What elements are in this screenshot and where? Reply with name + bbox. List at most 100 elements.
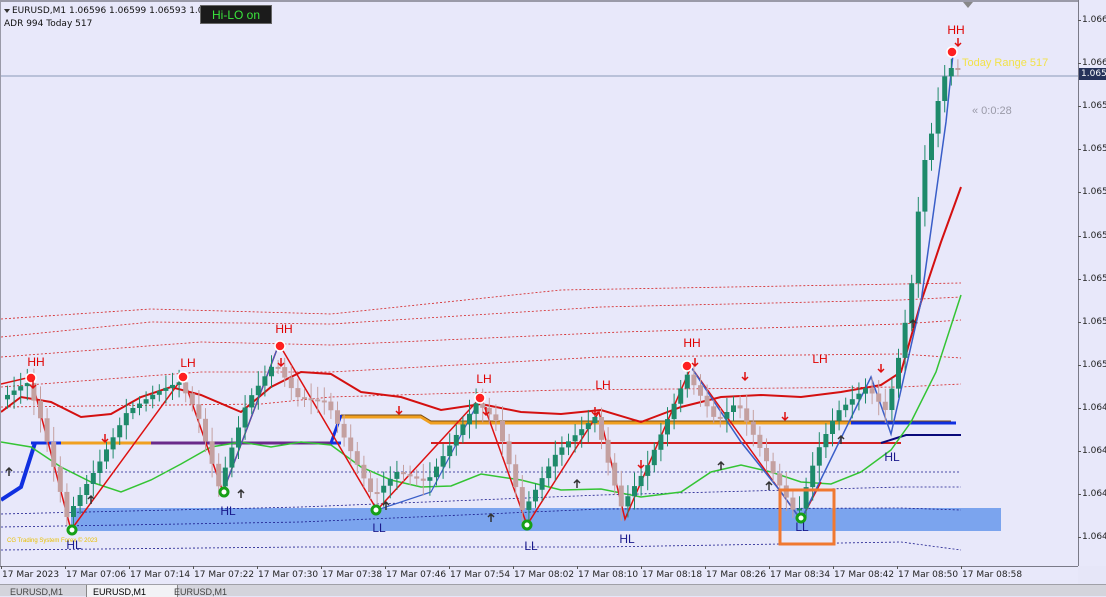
swing-low-marker (521, 519, 533, 531)
sell-arrow-icon (877, 364, 885, 374)
candle-body (242, 407, 248, 428)
sell-arrow-icon (691, 358, 699, 368)
candle-body (896, 357, 901, 389)
tab-chart-2[interactable]: EURUSD,M1 (86, 585, 178, 597)
candle-body (645, 465, 651, 476)
candle-body (295, 388, 301, 398)
candle-body (77, 495, 83, 506)
candle-body (209, 441, 215, 464)
sell-arrow-icon (277, 358, 285, 368)
price-chart[interactable] (1, 2, 1078, 566)
candle-body (275, 366, 281, 369)
price-axis[interactable]: 1.066 1.066 1.065 1.065 1.065 1.065 1.065 1.065… (1078, 0, 1106, 566)
candle-body (156, 390, 162, 395)
candle-body (143, 399, 149, 404)
candle-body (24, 383, 30, 387)
red-moving-average (1, 186, 962, 424)
candle-body (638, 475, 644, 487)
candle-body (665, 419, 670, 435)
candle-body (513, 464, 519, 488)
candle-body (559, 447, 565, 455)
time-tick-label: 17 Mar 2023 (0, 566, 60, 580)
swing-label: HH (27, 355, 45, 369)
candle-body (519, 487, 525, 510)
price-tick-label: 1.064 (1078, 403, 1106, 413)
candle-body (863, 388, 868, 394)
candle-body (387, 478, 393, 486)
candle-body (440, 456, 446, 467)
sell-arrow-icon (101, 434, 109, 444)
candle-body (460, 424, 466, 435)
candle-countdown: « 0:0:28 (972, 105, 1012, 117)
time-tick-label: 17 Mar 08:18 (640, 566, 703, 580)
swing-low-marker (66, 524, 78, 536)
candle-body (71, 506, 76, 517)
chart-area[interactable] (0, 0, 1078, 566)
time-tick-label: 17 Mar 08:10 (576, 566, 639, 580)
candle-body (777, 473, 783, 486)
candle-body (348, 437, 354, 452)
candle-body (57, 466, 63, 492)
candle-body (480, 403, 486, 408)
sell-arrow-icon (741, 372, 749, 382)
buy-arrow-icon (573, 478, 581, 488)
tab-chart-1[interactable]: EURUSD,M1 (4, 585, 94, 597)
today-range-label: Today Range 517 (962, 57, 1049, 69)
candle-body (335, 410, 340, 424)
candle-body (262, 376, 268, 386)
hilo-toggle-button[interactable]: Hi-LO on (200, 5, 272, 24)
swing-high-marker (946, 46, 958, 58)
candle-body (856, 393, 862, 400)
candle-body (605, 439, 611, 463)
time-tick-label: 17 Mar 08:02 (512, 566, 575, 580)
candle-body (658, 434, 664, 450)
tab-chart-3[interactable]: EURUSD,M1 (168, 585, 258, 597)
shift-marker-icon[interactable] (963, 2, 973, 8)
candle-body (526, 501, 532, 510)
swing-label: LL (795, 520, 809, 534)
candle-body (651, 449, 657, 466)
candle-body (843, 404, 849, 411)
candle-body (374, 492, 380, 495)
candle-body (678, 388, 684, 404)
candle-body (321, 400, 327, 403)
price-tick-label: 1.065 (1078, 187, 1106, 197)
candle-body (882, 401, 888, 410)
candle-body (783, 485, 789, 498)
swing-label: LL (524, 539, 538, 553)
candle-body (163, 387, 169, 391)
candle-body (97, 461, 103, 473)
candle-body (123, 413, 129, 426)
swing-high-marker (177, 371, 189, 383)
swing-label: HH (275, 322, 293, 336)
candle-body (354, 451, 360, 465)
candle-body (447, 445, 453, 457)
candle-body (922, 160, 928, 212)
candle-body (216, 463, 222, 487)
candle-body (691, 374, 697, 386)
time-tick-label: 17 Mar 07:06 (64, 566, 127, 580)
candle-body (816, 447, 822, 466)
candle-body (176, 382, 182, 385)
candle-body (401, 472, 406, 475)
candle-body (381, 485, 387, 493)
time-tick-label: 17 Mar 08:42 (832, 566, 895, 580)
chart-tabs: EURUSD,M1 EURUSD,M1 EURUSD,M1 (0, 584, 1106, 597)
candle-body (5, 394, 10, 400)
swing-label: LH (180, 356, 196, 370)
price-tick-label: 1.064 (1078, 446, 1106, 456)
candle-body (51, 441, 57, 467)
candle-body (942, 76, 948, 101)
price-tick-label: 1.066 (1078, 15, 1106, 25)
blue-level-line (1, 442, 37, 502)
time-tick-label: 17 Mar 07:30 (256, 566, 319, 580)
candle-body (473, 403, 479, 414)
copyright-text: CG Trading System Forex © 2023 (7, 538, 98, 544)
candle-body (493, 414, 499, 421)
time-axis[interactable]: 17 Mar 2023 17 Mar 07:06 17 Mar 07:14 17 Ma… (0, 566, 1078, 584)
candle-body (764, 448, 769, 462)
candle-body (935, 101, 941, 134)
price-tick-label: 1.065 (1078, 317, 1106, 327)
buy-arrow-icon (765, 480, 773, 490)
time-tick-label: 17 Mar 07:14 (128, 566, 191, 580)
